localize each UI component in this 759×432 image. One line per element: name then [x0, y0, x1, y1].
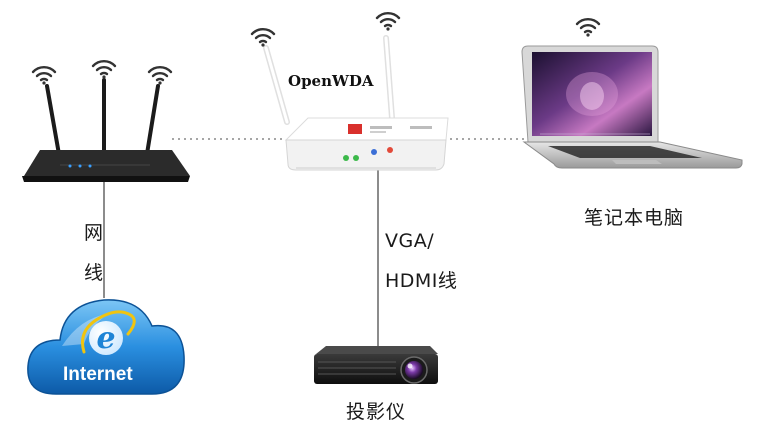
projector-label: 投影仪 — [346, 401, 407, 423]
projector-icon — [314, 346, 438, 384]
wifi-icon-openwda-right — [375, 12, 401, 31]
wifi-icon-router-center — [91, 60, 117, 79]
svg-text:e: e — [96, 321, 115, 356]
wifi-icon-laptop — [575, 18, 601, 37]
wifi-icon-router-left — [31, 66, 57, 85]
laptop-icon — [521, 45, 743, 169]
router-icon — [22, 78, 190, 182]
laptop-label: 笔记本电脑 — [584, 207, 685, 229]
wifi-icon-openwda-left — [250, 28, 276, 47]
wifi-icon-router-right — [147, 66, 173, 85]
openwda-device-icon — [263, 35, 449, 171]
internet-label: Internet — [63, 364, 133, 385]
network-cable-label-line1: 网 — [84, 222, 104, 244]
openwda-label: OpenWDA — [288, 72, 374, 90]
network-diagram: e OpenWDA 笔记本电脑 网 线 VGA/ HDMI线 投影仪 Inter… — [0, 0, 759, 432]
network-cable-label-line2: 线 — [84, 262, 104, 284]
vga-hdmi-label-line1: VGA/ — [385, 230, 435, 252]
vga-hdmi-label-line2: HDMI线 — [385, 270, 458, 292]
